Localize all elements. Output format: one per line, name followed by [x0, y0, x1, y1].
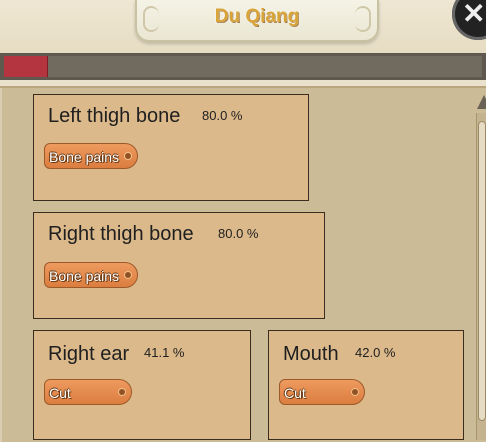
ailment-label: Cut — [49, 385, 71, 401]
body-part-label: Mouth — [283, 343, 339, 365]
injury-percent: 80.0 % — [202, 108, 243, 123]
body-part-label: Left thigh bone — [48, 105, 181, 127]
close-icon: ✕ — [462, 0, 486, 29]
ailment-button[interactable]: Cut — [44, 379, 132, 405]
tag-hole-icon — [125, 272, 131, 278]
injury-card-right-thigh-bone[interactable]: Right thigh bone 80.0 % Bone pains — [33, 212, 325, 319]
character-name: Du Qiang — [214, 6, 300, 27]
tag-hole-icon — [352, 389, 358, 395]
body-part-label: Right ear — [48, 343, 130, 365]
injury-card-mouth[interactable]: Mouth 42.0 % Cut — [268, 330, 464, 440]
scrollbar[interactable] — [476, 113, 486, 440]
title-plaque: Du Qiang — [135, 0, 379, 42]
health-bar-fill — [4, 56, 48, 77]
body-part-label: Right thigh bone — [48, 223, 194, 245]
tag-hole-icon — [125, 153, 131, 159]
ailment-label: Bone pains — [49, 268, 120, 284]
tag-hole-icon — [119, 389, 125, 395]
ailment-button[interactable]: Bone pains — [44, 143, 138, 169]
scrollbar-thumb[interactable] — [478, 121, 486, 421]
ailment-label: Cut — [284, 385, 306, 401]
ailment-label: Bone pains — [49, 149, 120, 165]
scroll-up-arrow-icon[interactable] — [477, 95, 486, 109]
injury-card-right-ear[interactable]: Right ear 41.1 % Cut — [33, 330, 251, 440]
health-bar — [0, 53, 486, 80]
injury-percent: 41.1 % — [144, 345, 185, 360]
injury-percent: 42.0 % — [355, 345, 396, 360]
health-bar-slot — [4, 56, 482, 77]
injury-card-left-thigh-bone[interactable]: Left thigh bone 80.0 % Bone pains — [33, 94, 309, 201]
injury-percent: 80.0 % — [218, 226, 259, 241]
ailment-button[interactable]: Cut — [279, 379, 365, 405]
ailment-button[interactable]: Bone pains — [44, 262, 138, 288]
